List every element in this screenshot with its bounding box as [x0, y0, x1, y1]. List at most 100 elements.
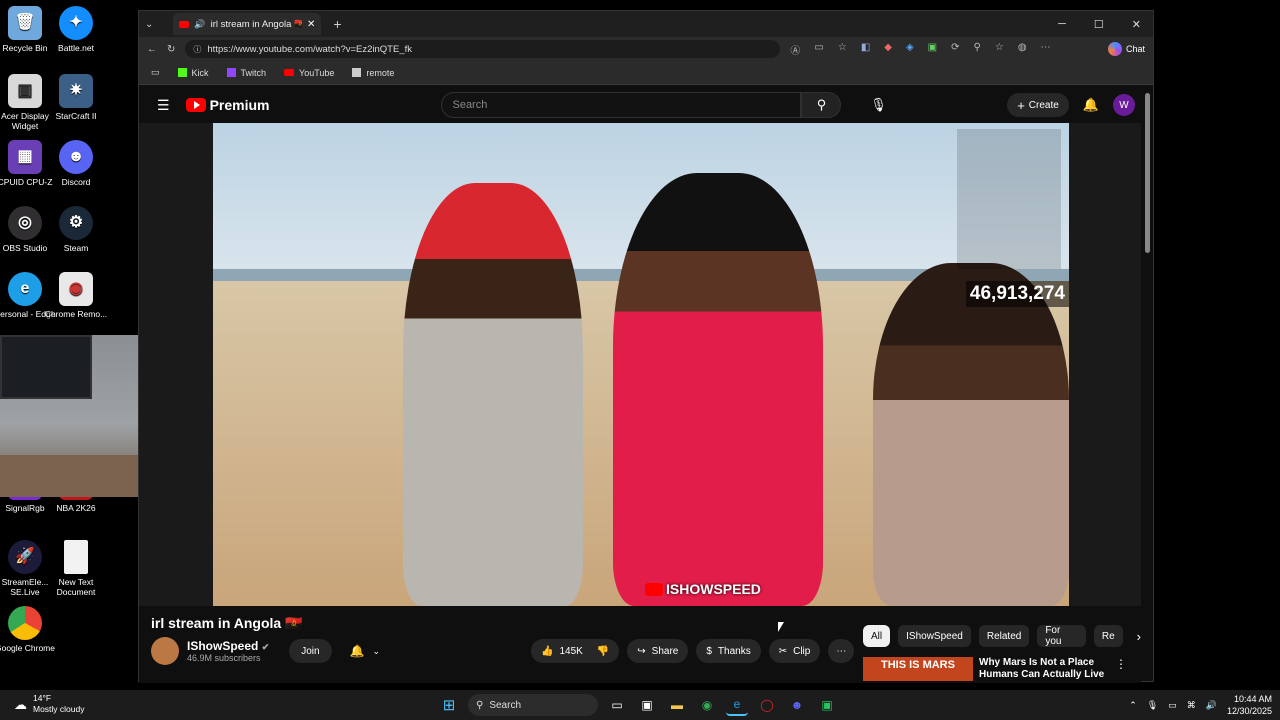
favorite-remote[interactable]: remote — [352, 68, 394, 78]
search-button[interactable]: ⚲ — [801, 92, 842, 118]
split-screen-icon[interactable]: ▭ — [814, 42, 823, 57]
hamburger-menu-icon[interactable]: ☰ — [157, 97, 170, 114]
desktop-icon-battlenet[interactable]: ✦ Battle.net — [44, 6, 108, 53]
desktop-app-icon[interactable]: ▣ — [636, 694, 658, 716]
clock[interactable]: 10:44 AM 12/30/2025 — [1227, 693, 1272, 717]
opera-taskbar-icon[interactable]: ◯ — [756, 694, 778, 716]
discord-taskbar-icon[interactable]: ☻ — [786, 694, 808, 716]
weather-widget[interactable]: ☁ 14°F Mostly cloudy — [14, 693, 85, 715]
read-aloud-icon[interactable]: Ⓐ — [790, 42, 800, 57]
desktop-icon-steam[interactable]: ⚙ Steam — [44, 206, 108, 253]
desktop-icon-starcraft[interactable]: ✷ StarCraft II — [44, 74, 108, 121]
chip-recently-uploaded[interactable]: Re — [1093, 625, 1123, 647]
recommendation-thumbnail[interactable]: THIS IS MARS — [863, 657, 973, 681]
video-player[interactable]: 46,913,274 ISHOWSPEED — [139, 123, 1141, 606]
app-taskbar-icon[interactable]: ▣ — [816, 694, 838, 716]
extension-1-icon[interactable]: ◧ — [861, 42, 870, 57]
subscriber-counter: 46,913,274 — [965, 281, 1069, 307]
recommendation-item[interactable]: THIS IS MARS Why Mars Is Not a Place Hum… — [863, 657, 1127, 681]
notifications-bell-icon[interactable]: 🔔 — [1083, 97, 1099, 113]
start-button[interactable]: ⊞ — [438, 694, 460, 716]
watermark-text: ISHOWSPEED — [666, 581, 761, 597]
microphone-tray-icon[interactable]: 🎙 — [1147, 700, 1158, 711]
scrollbar[interactable] — [1143, 89, 1151, 679]
edge-taskbar-icon[interactable]: e — [726, 694, 748, 716]
favorite-kick[interactable]: Kick — [177, 67, 209, 78]
close-tab-icon[interactable]: ✕ — [307, 19, 315, 30]
extension-3-icon[interactable]: ◈ — [906, 42, 914, 57]
chip-ishowspeed[interactable]: IShowSpeed — [898, 625, 971, 647]
thanks-button[interactable]: $ Thanks — [696, 639, 761, 663]
favorite-label: Kick — [191, 67, 209, 78]
search-input[interactable]: Search — [441, 92, 802, 118]
obs-icon: ◎ — [8, 206, 42, 240]
new-tab-icon[interactable]: + — [333, 16, 341, 32]
scrollbar-thumb[interactable] — [1144, 93, 1150, 253]
refresh-icon[interactable]: ↻ — [167, 44, 175, 55]
favorite-star-icon[interactable]: ☆ — [838, 42, 847, 57]
tab-actions-icon[interactable]: ⌄ — [145, 19, 153, 30]
desktop-icon-chrome-remote[interactable]: ◉ Chrome Remo... — [44, 272, 108, 319]
extensions-icon[interactable]: ⚲ — [974, 42, 981, 57]
more-actions-button[interactable]: ⋯ — [828, 639, 855, 663]
steam-icon: ⚙ — [59, 206, 93, 240]
recommendation-title[interactable]: Why Mars Is Not a Place Humans Can Actua… — [979, 657, 1109, 681]
address-bar[interactable]: ⓘ https://www.youtube.com/watch?v=Ez2inQ… — [185, 40, 781, 58]
tray-overflow-icon[interactable]: ⌃ — [1129, 700, 1137, 711]
share-button[interactable]: ↪ Share — [627, 639, 689, 663]
file-explorer-icon[interactable]: ▬ — [666, 694, 688, 716]
desktop-icon-label: Chrome Remo... — [44, 309, 108, 319]
taskbar-search[interactable]: ⚲ Search — [468, 694, 598, 716]
desktop-icon-text-document[interactable]: New Text Document — [44, 540, 108, 597]
thumbs-down-icon[interactable]: 👎 — [597, 646, 609, 657]
channel-name-text: IShowSpeed — [187, 639, 259, 653]
tab-youtube[interactable]: 🔊 irl stream in Angola 🇦🇴 - YouT ✕ — [173, 13, 322, 35]
favorite-twitch[interactable]: Twitch — [226, 68, 266, 78]
close-window-icon[interactable]: ✕ — [1132, 18, 1141, 31]
channel-name[interactable]: IShowSpeed ✔ — [187, 639, 269, 653]
thumbs-up-icon: 👍 — [541, 645, 554, 657]
microphone-icon: 🎙 — [870, 97, 887, 112]
back-icon[interactable]: ← — [147, 44, 157, 55]
youtube-logo[interactable]: Premium — [185, 97, 269, 113]
subscription-bell-button[interactable]: 🔔 ⌄ — [340, 639, 391, 663]
account-avatar[interactable]: W — [1113, 94, 1135, 116]
extension-4-icon[interactable]: ▣ — [928, 42, 937, 57]
desktop-icon-discord[interactable]: ☻ Discord — [44, 140, 108, 187]
chip-for-you[interactable]: For you — [1037, 625, 1086, 647]
voice-search-button[interactable]: 🎙 — [865, 92, 891, 118]
clip-button[interactable]: ✂ Clip — [768, 639, 821, 663]
minimize-icon[interactable]: ─ — [1058, 18, 1066, 31]
more-menu-icon[interactable]: ⋯ — [1041, 42, 1051, 57]
remote-icon — [352, 68, 362, 77]
copilot-chat-button[interactable]: Chat — [1107, 42, 1145, 56]
recommendation-menu-icon[interactable]: ⋮ — [1115, 657, 1127, 681]
chip-related[interactable]: Related — [978, 625, 1030, 647]
chrome-remote-icon: ◉ — [59, 272, 93, 306]
youtube-icon — [284, 69, 295, 76]
desktop-icon-chrome[interactable]: Google Chrome — [0, 606, 57, 653]
chip-all[interactable]: All — [863, 625, 891, 647]
favorite-youtube[interactable]: YouTube — [284, 68, 334, 78]
like-button[interactable]: 👍 145K 👎 — [531, 639, 620, 663]
channel-avatar[interactable] — [151, 637, 179, 665]
chrome-taskbar-icon[interactable]: ◉ — [696, 694, 718, 716]
join-button[interactable]: Join — [289, 639, 332, 663]
speaker-icon[interactable]: 🔊 — [194, 19, 205, 30]
battlenet-icon: ✦ — [59, 6, 93, 40]
collections-icon[interactable]: ☆ — [995, 42, 1004, 57]
site-info-icon[interactable]: ⓘ — [193, 44, 201, 55]
create-button[interactable]: + Create — [1007, 93, 1069, 117]
profile-icon[interactable]: ◍ — [1018, 42, 1027, 57]
maximize-icon[interactable]: ☐ — [1094, 18, 1104, 31]
network-icon[interactable]: ⌘ — [1187, 700, 1196, 711]
extension-5-icon[interactable]: ⟳ — [951, 42, 959, 57]
chevron-right-icon[interactable]: › — [1137, 629, 1141, 644]
video-frame[interactable]: 46,913,274 ISHOWSPEED — [213, 123, 1069, 606]
volume-icon[interactable]: 🔊 — [1206, 700, 1217, 711]
task-view-icon[interactable]: ▭ — [606, 694, 628, 716]
youtube-header: ☰ Premium Search ⚲ 🎙 + Create 🔔 W — [139, 85, 1153, 125]
extension-2-icon[interactable]: ◆ — [884, 42, 892, 57]
favorites-toggle-icon[interactable]: ▭ — [151, 67, 160, 78]
display-tray-icon[interactable]: ▭ — [1168, 700, 1177, 711]
